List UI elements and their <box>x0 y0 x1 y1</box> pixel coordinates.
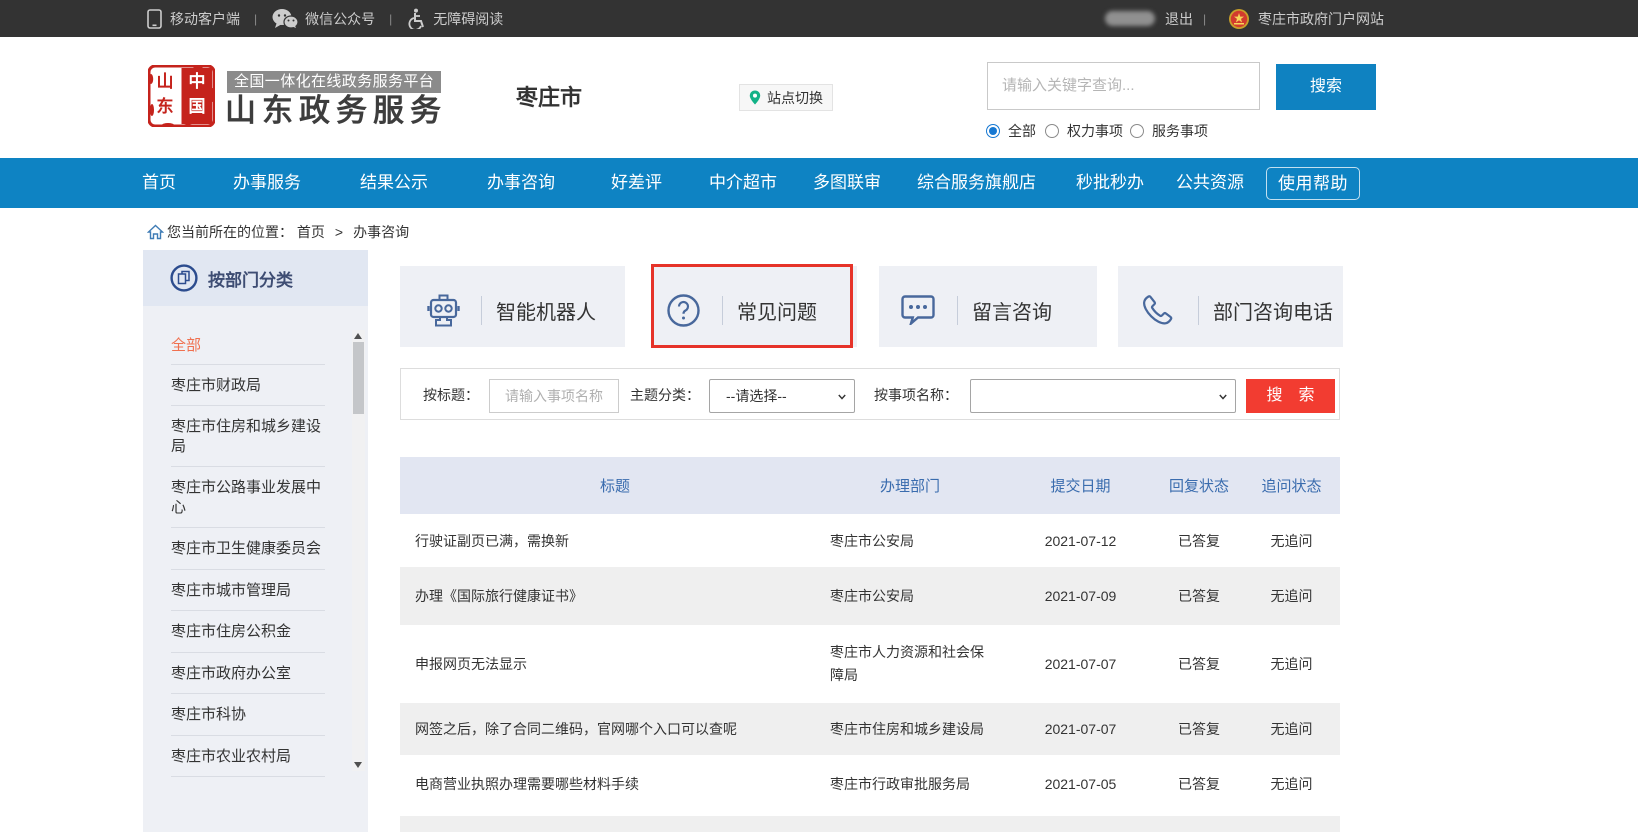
svg-text:东: 东 <box>157 96 174 116</box>
svg-text:国: 国 <box>189 97 206 116</box>
svg-text:中: 中 <box>189 71 206 91</box>
svg-text:山: 山 <box>157 72 174 91</box>
